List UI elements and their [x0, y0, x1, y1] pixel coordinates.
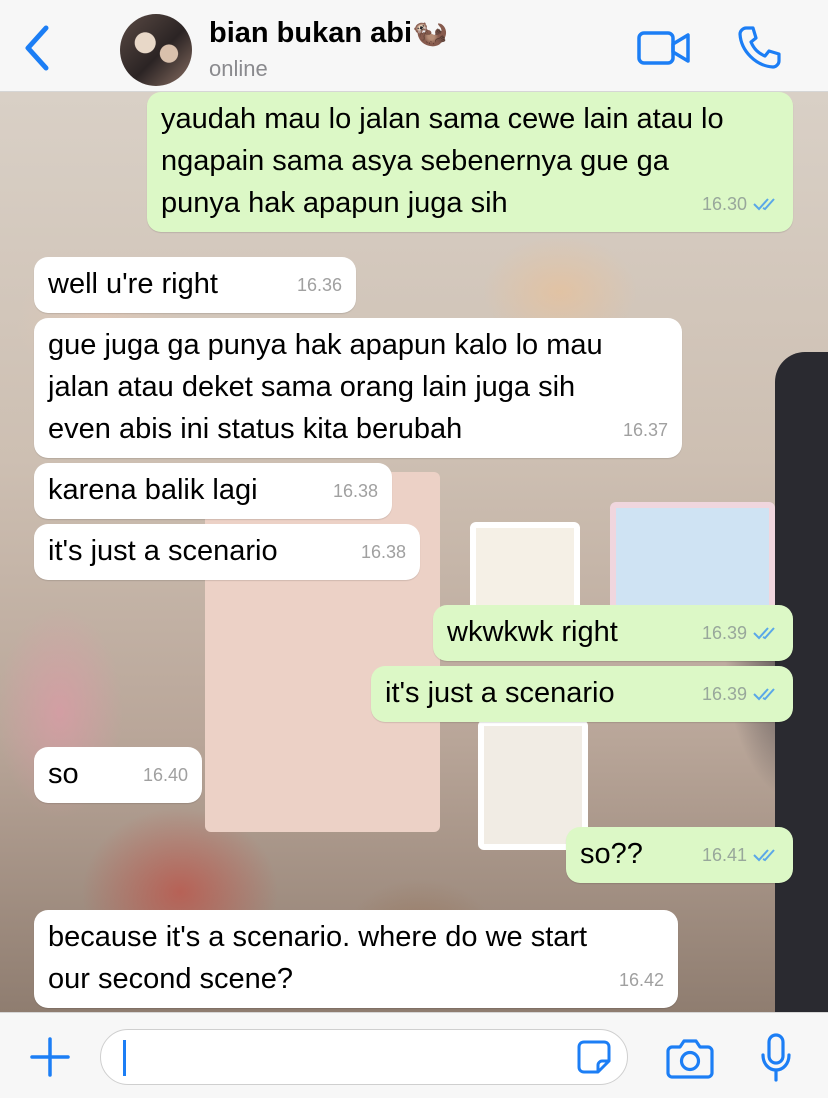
chevron-left-icon: [25, 25, 49, 71]
message-bubble-outgoing[interactable]: it's just a scenario 16.39: [371, 666, 793, 722]
message-meta: 16.37: [623, 409, 668, 451]
sticker-button[interactable]: [576, 1039, 612, 1075]
message-bubble-incoming[interactable]: well u're right 16.36: [34, 257, 356, 313]
message-time: 16.41: [701, 845, 747, 865]
message-meta: 16.39: [702, 612, 779, 654]
message-bubble-outgoing[interactable]: wkwkwk right 16.39: [433, 605, 793, 661]
message-time: 16.39: [701, 684, 747, 704]
plus-icon: [30, 1037, 70, 1077]
message-time: 16.36: [296, 275, 342, 295]
read-ticks-icon: [753, 627, 775, 640]
message-bubble-incoming[interactable]: karena balik lagi 16.38: [34, 463, 392, 519]
sticker-icon: [577, 1040, 611, 1074]
read-ticks-icon: [753, 198, 775, 211]
message-text: yaudah mau lo jalan sama cewe lain atau …: [161, 103, 724, 219]
message-bubble-incoming[interactable]: gue juga ga punya hak apapun kalo lo mau…: [34, 318, 682, 458]
microphone-icon: [761, 1033, 791, 1082]
camera-icon: [666, 1039, 714, 1079]
message-meta: 16.38: [333, 470, 378, 512]
message-time: 16.42: [618, 970, 664, 990]
chat-header: bian bukan abi🦦 online: [0, 0, 828, 92]
microphone-button[interactable]: [760, 1033, 792, 1083]
video-call-button[interactable]: [636, 26, 692, 70]
message-text: because it's a scenario. where do we sta…: [48, 921, 588, 995]
back-button[interactable]: [18, 24, 58, 72]
message-time: 16.39: [701, 623, 747, 643]
message-time: 16.37: [622, 420, 668, 440]
message-meta: 16.38: [361, 531, 406, 573]
message-bubble-incoming[interactable]: so 16.40: [34, 747, 202, 803]
message-text: karena balik lagi: [48, 474, 258, 506]
message-meta: 16.30: [702, 183, 779, 225]
message-bubble-incoming[interactable]: it's just a scenario 16.38: [34, 524, 420, 580]
message-bubble-incoming[interactable]: because it's a scenario. where do we sta…: [34, 910, 678, 1008]
message-time: 16.30: [701, 194, 747, 214]
text-caret: [123, 1040, 126, 1076]
voice-call-button[interactable]: [736, 24, 782, 70]
message-meta: 16.39: [702, 673, 779, 715]
message-text: gue juga ga punya hak apapun kalo lo mau…: [48, 329, 603, 445]
phone-icon: [738, 26, 781, 69]
message-bubble-outgoing[interactable]: so?? 16.41: [566, 827, 793, 883]
video-camera-icon: [637, 31, 690, 65]
message-time: 16.40: [142, 765, 188, 785]
message-meta: 16.40: [143, 754, 188, 796]
wallpaper-painting: [610, 502, 775, 622]
message-meta: 16.42: [619, 959, 664, 1001]
message-meta: 16.41: [702, 834, 779, 876]
input-bar: [0, 1012, 828, 1098]
avatar[interactable]: [120, 14, 192, 86]
chat-area[interactable]: yaudah mau lo jalan sama cewe lain atau …: [0, 92, 828, 1012]
message-text: it's just a scenario: [48, 535, 278, 567]
contact-name[interactable]: bian bukan abi🦦: [209, 16, 448, 50]
read-ticks-icon: [753, 849, 775, 862]
contact-status: online: [209, 56, 268, 81]
message-input[interactable]: [100, 1029, 628, 1085]
message-time: 16.38: [360, 542, 406, 562]
message-bubble-outgoing[interactable]: yaudah mau lo jalan sama cewe lain atau …: [147, 92, 793, 232]
read-ticks-icon: [753, 688, 775, 701]
message-meta: 16.36: [297, 264, 342, 306]
message-time: 16.38: [332, 481, 378, 501]
camera-button[interactable]: [666, 1037, 714, 1079]
attach-button[interactable]: [30, 1037, 70, 1077]
